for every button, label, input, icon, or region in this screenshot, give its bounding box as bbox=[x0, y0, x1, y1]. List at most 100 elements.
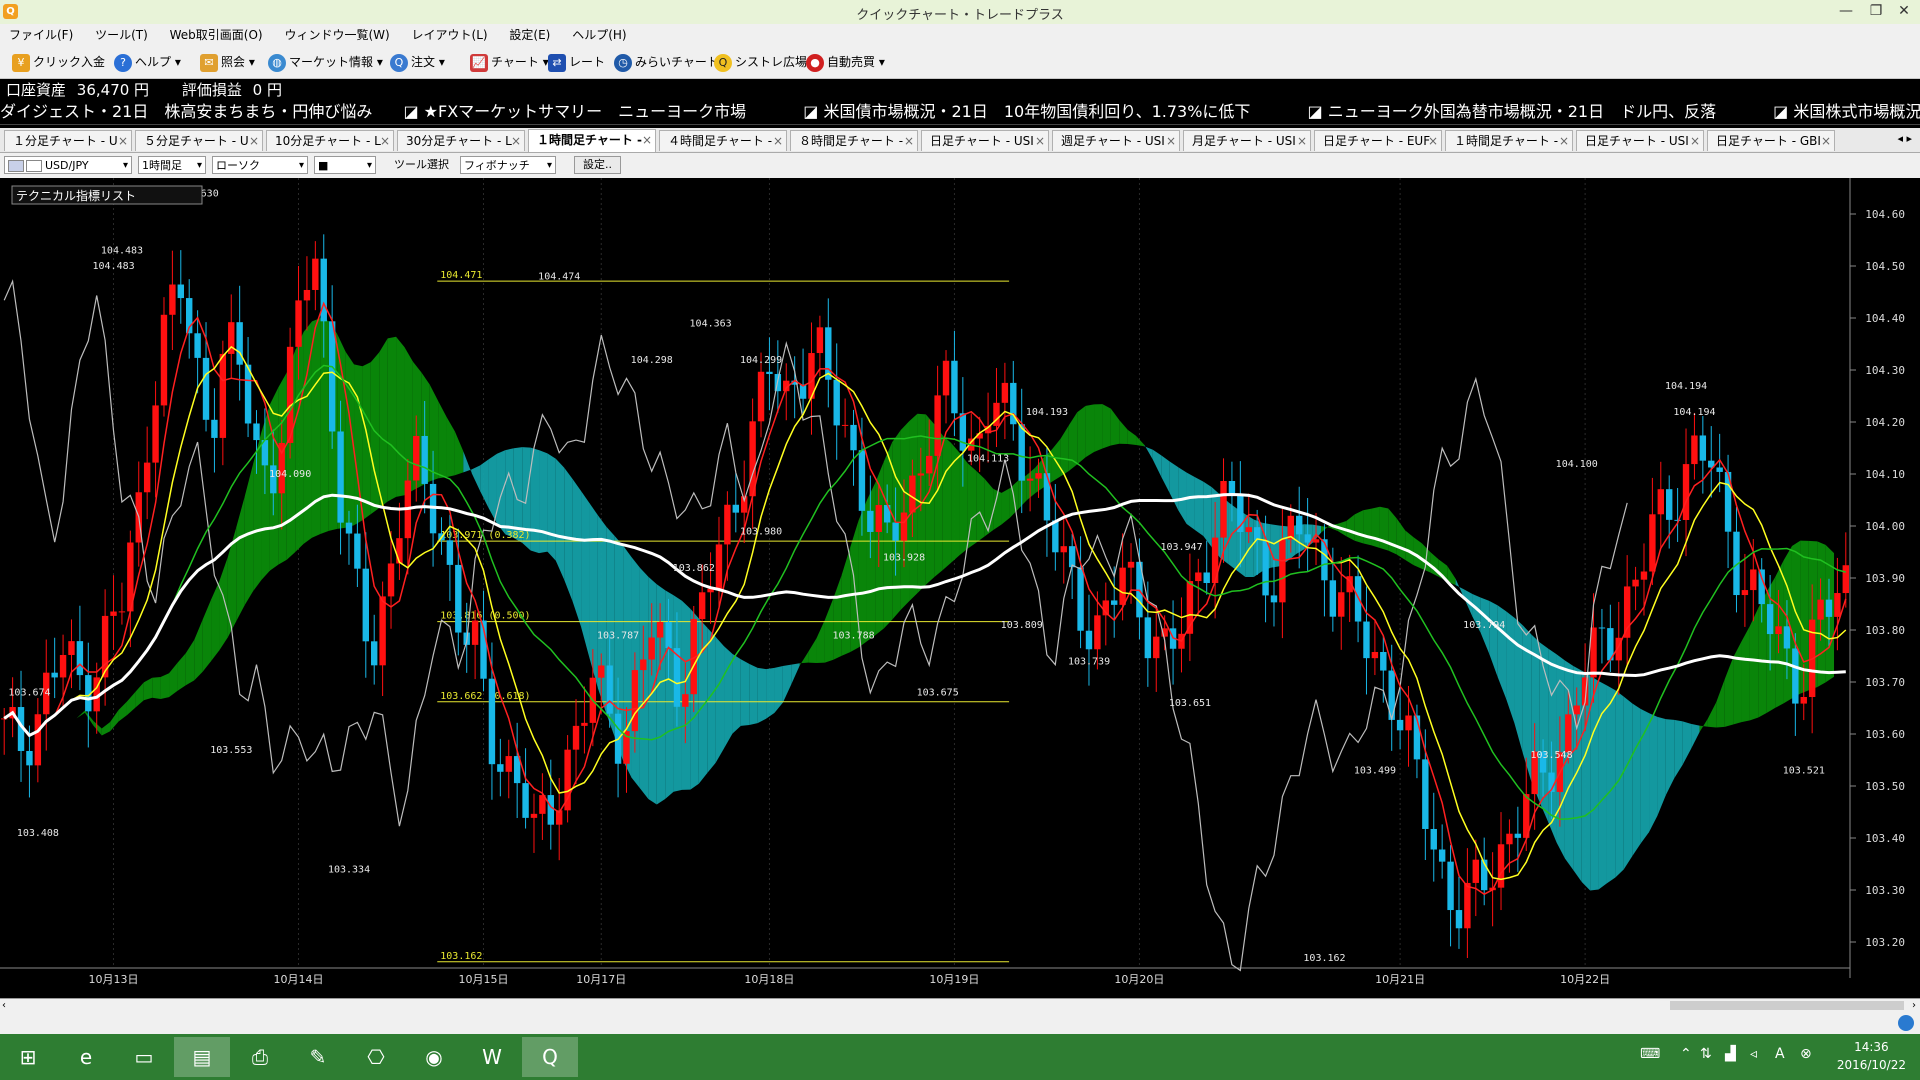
ticker-item[interactable]: ◪ 米国株式市場概況・21日 bbox=[1773, 102, 1920, 121]
chart-tab[interactable]: ５分足チャート - U × bbox=[135, 130, 263, 151]
chart-tab[interactable]: 日足チャート - EUF × bbox=[1314, 130, 1442, 151]
network-icon[interactable]: ⇅ bbox=[1700, 1046, 1712, 1062]
price-annotation: 103.809 bbox=[1001, 620, 1043, 631]
menu-file[interactable]: ファイル(F) bbox=[0, 24, 82, 46]
paint-icon[interactable]: ✎ bbox=[290, 1037, 346, 1077]
chart-tab[interactable]: 30分足チャート - L × bbox=[397, 130, 525, 151]
currency-pair-select[interactable]: USD/JPY bbox=[4, 156, 132, 175]
status-bar bbox=[0, 1012, 1920, 1034]
settings-button[interactable]: 設定.. bbox=[574, 156, 621, 174]
clock[interactable]: 14:36 2016/10/22 bbox=[1837, 1038, 1906, 1074]
ticker-item[interactable]: ◪ ★FXマーケットサマリー ニューヨーク市場 bbox=[403, 102, 772, 121]
ticker-item[interactable]: ◪ 米国債市場概況・21日 10年物国債利回り、1.73%に低下 bbox=[803, 102, 1276, 121]
candle-body bbox=[934, 395, 941, 456]
candle-body bbox=[202, 357, 210, 420]
close-tab-icon[interactable]: × bbox=[511, 131, 521, 151]
price-chart[interactable]: 104.60 104.50 104.40 104.30 104.20 104.10 104.… bbox=[0, 178, 1920, 998]
tool-select[interactable]: フィボナッチ bbox=[460, 156, 556, 175]
chart-tab[interactable]: １分足チャート - U × bbox=[4, 130, 132, 151]
ime-icon[interactable]: A bbox=[1775, 1046, 1785, 1062]
chart-tab[interactable]: ８時間足チャート - × bbox=[790, 130, 918, 151]
word-icon[interactable]: W bbox=[464, 1037, 520, 1077]
timeframe-select[interactable]: 1時間足 bbox=[138, 156, 206, 175]
speaker-icon[interactable]: ◃ bbox=[1750, 1046, 1757, 1062]
chart-tab[interactable]: 日足チャート - USI × bbox=[1576, 130, 1704, 151]
chart-tab[interactable]: １時間足チャート - × bbox=[528, 129, 656, 152]
close-tab-icon[interactable]: × bbox=[380, 131, 390, 151]
close-tab-icon[interactable]: × bbox=[1035, 131, 1045, 151]
menu-windows[interactable]: ウィンドウ一覧(W) bbox=[275, 24, 398, 46]
quickchart-icon[interactable]: Q bbox=[522, 1037, 578, 1077]
horizontal-scrollbar[interactable]: ‹ › bbox=[0, 998, 1920, 1013]
close-tab-icon[interactable]: × bbox=[1297, 131, 1307, 151]
close-tab-icon[interactable]: × bbox=[1166, 131, 1176, 151]
chart-tab[interactable]: 10分足チャート - L × bbox=[266, 130, 394, 151]
marker-select[interactable]: ■ bbox=[314, 156, 376, 175]
pdf-icon[interactable]: ⎔ bbox=[348, 1037, 404, 1077]
ichimoku-cloud bbox=[1127, 429, 1137, 445]
inquiry-button[interactable]: ✉ 照会 ▾ bbox=[200, 51, 255, 73]
close-tab-icon[interactable]: × bbox=[904, 131, 914, 151]
chart-button[interactable]: 📈 チャート ▾ bbox=[470, 51, 549, 73]
close-tab-icon[interactable]: × bbox=[1690, 131, 1700, 151]
signal-icon[interactable]: ▟ bbox=[1725, 1046, 1736, 1062]
ticker-item[interactable]: ダイジェスト・21日 株高安まちまち・円伸び悩み bbox=[0, 102, 372, 121]
ticker-item[interactable]: ◪ ニューヨーク外国為替市場概況・21日 ドル円、反落 bbox=[1308, 102, 1743, 121]
start-icon[interactable]: ⊞ bbox=[0, 1037, 56, 1077]
tray-up-icon[interactable]: ⌃ bbox=[1680, 1046, 1692, 1062]
keyboard-icon[interactable]: ⌨ bbox=[1640, 1046, 1660, 1062]
close-tab-icon[interactable]: × bbox=[249, 131, 259, 151]
ichimoku-cloud bbox=[774, 665, 783, 713]
close-tab-icon[interactable]: × bbox=[642, 130, 652, 151]
chart-tab[interactable]: 月足チャート - USI × bbox=[1183, 130, 1311, 151]
close-tab-icon[interactable]: × bbox=[1821, 131, 1831, 151]
candle-body bbox=[295, 300, 302, 347]
chart-tab[interactable]: 日足チャート - GBI × bbox=[1707, 130, 1835, 151]
scroll-thumb[interactable] bbox=[1670, 1001, 1904, 1010]
folder-icon[interactable]: ▤ bbox=[174, 1037, 230, 1077]
scroll-right-icon[interactable]: › bbox=[1912, 1000, 1916, 1011]
close-tab-icon[interactable]: × bbox=[773, 131, 783, 151]
rate-button[interactable]: ⇄ レート bbox=[548, 51, 605, 73]
restore-button[interactable]: ❐ bbox=[1862, 0, 1890, 22]
technical-indicator-list-button[interactable]: テクニカル指標リスト bbox=[11, 185, 203, 205]
chart-tab[interactable]: 週足チャート - USI × bbox=[1052, 130, 1180, 151]
candle-body bbox=[1783, 626, 1791, 649]
candle-body bbox=[1026, 478, 1034, 481]
ichimoku-cloud bbox=[597, 515, 607, 714]
chart-tab[interactable]: １時間足チャート - × bbox=[1445, 130, 1573, 151]
chart-tab[interactable]: ４時間足チャート - × bbox=[659, 130, 787, 151]
menu-tools[interactable]: ツール(T) bbox=[86, 24, 157, 46]
market-info-button[interactable]: ◍ マーケット情報 ▾ bbox=[268, 51, 383, 73]
help-button[interactable]: ? ヘルプ ▾ bbox=[114, 51, 181, 73]
status-icon bbox=[1898, 1015, 1914, 1031]
close-tab-icon[interactable]: × bbox=[118, 131, 128, 151]
mirai-chart-button[interactable]: ◷ みらいチャート bbox=[614, 51, 719, 73]
explorer-app-icon[interactable]: ▭ bbox=[116, 1037, 172, 1077]
close-tab-icon[interactable]: × bbox=[1559, 131, 1569, 151]
systre-button[interactable]: Q シストレ広場 bbox=[714, 51, 807, 73]
minimize-button[interactable]: — bbox=[1832, 0, 1860, 22]
tab-scroll-icon[interactable]: ◂ ▸ bbox=[1897, 132, 1912, 145]
quick-deposit-button[interactable]: ¥ クリック入金 bbox=[12, 51, 105, 73]
menu-help[interactable]: ヘルプ(H) bbox=[563, 24, 635, 46]
auto-trade-button[interactable]: ● 自動売買 ▾ bbox=[806, 51, 885, 73]
close-tab-icon[interactable]: × bbox=[1428, 131, 1438, 151]
tool-label: ツール選択 bbox=[394, 158, 449, 171]
news-ticker[interactable]: ダイジェスト・21日 株高安まちまち・円伸び悩み ◪ ★FXマーケットサマリー … bbox=[0, 100, 1920, 125]
printer-icon[interactable]: ⎙ bbox=[232, 1037, 288, 1077]
menu-settings[interactable]: 設定(E) bbox=[500, 24, 559, 46]
scroll-left-icon[interactable]: ‹ bbox=[2, 1000, 6, 1011]
chart-type-select[interactable]: ローソク bbox=[212, 156, 308, 175]
order-button[interactable]: Q 注文 ▾ bbox=[390, 51, 445, 73]
menu-layout[interactable]: レイアウト(L) bbox=[403, 24, 497, 46]
candle-body bbox=[413, 435, 420, 481]
ichimoku-cloud bbox=[1001, 488, 1010, 525]
candle-body bbox=[379, 596, 386, 666]
chrome-icon[interactable]: ◉ bbox=[406, 1037, 462, 1077]
close-button[interactable]: ✕ bbox=[1890, 0, 1918, 22]
status-x-icon[interactable]: ⊗ bbox=[1800, 1046, 1812, 1062]
ie-icon[interactable]: e bbox=[58, 1037, 114, 1077]
chart-tab[interactable]: 日足チャート - USI × bbox=[921, 130, 1049, 151]
menu-web-trade[interactable]: Web取引画面(O) bbox=[161, 24, 272, 46]
